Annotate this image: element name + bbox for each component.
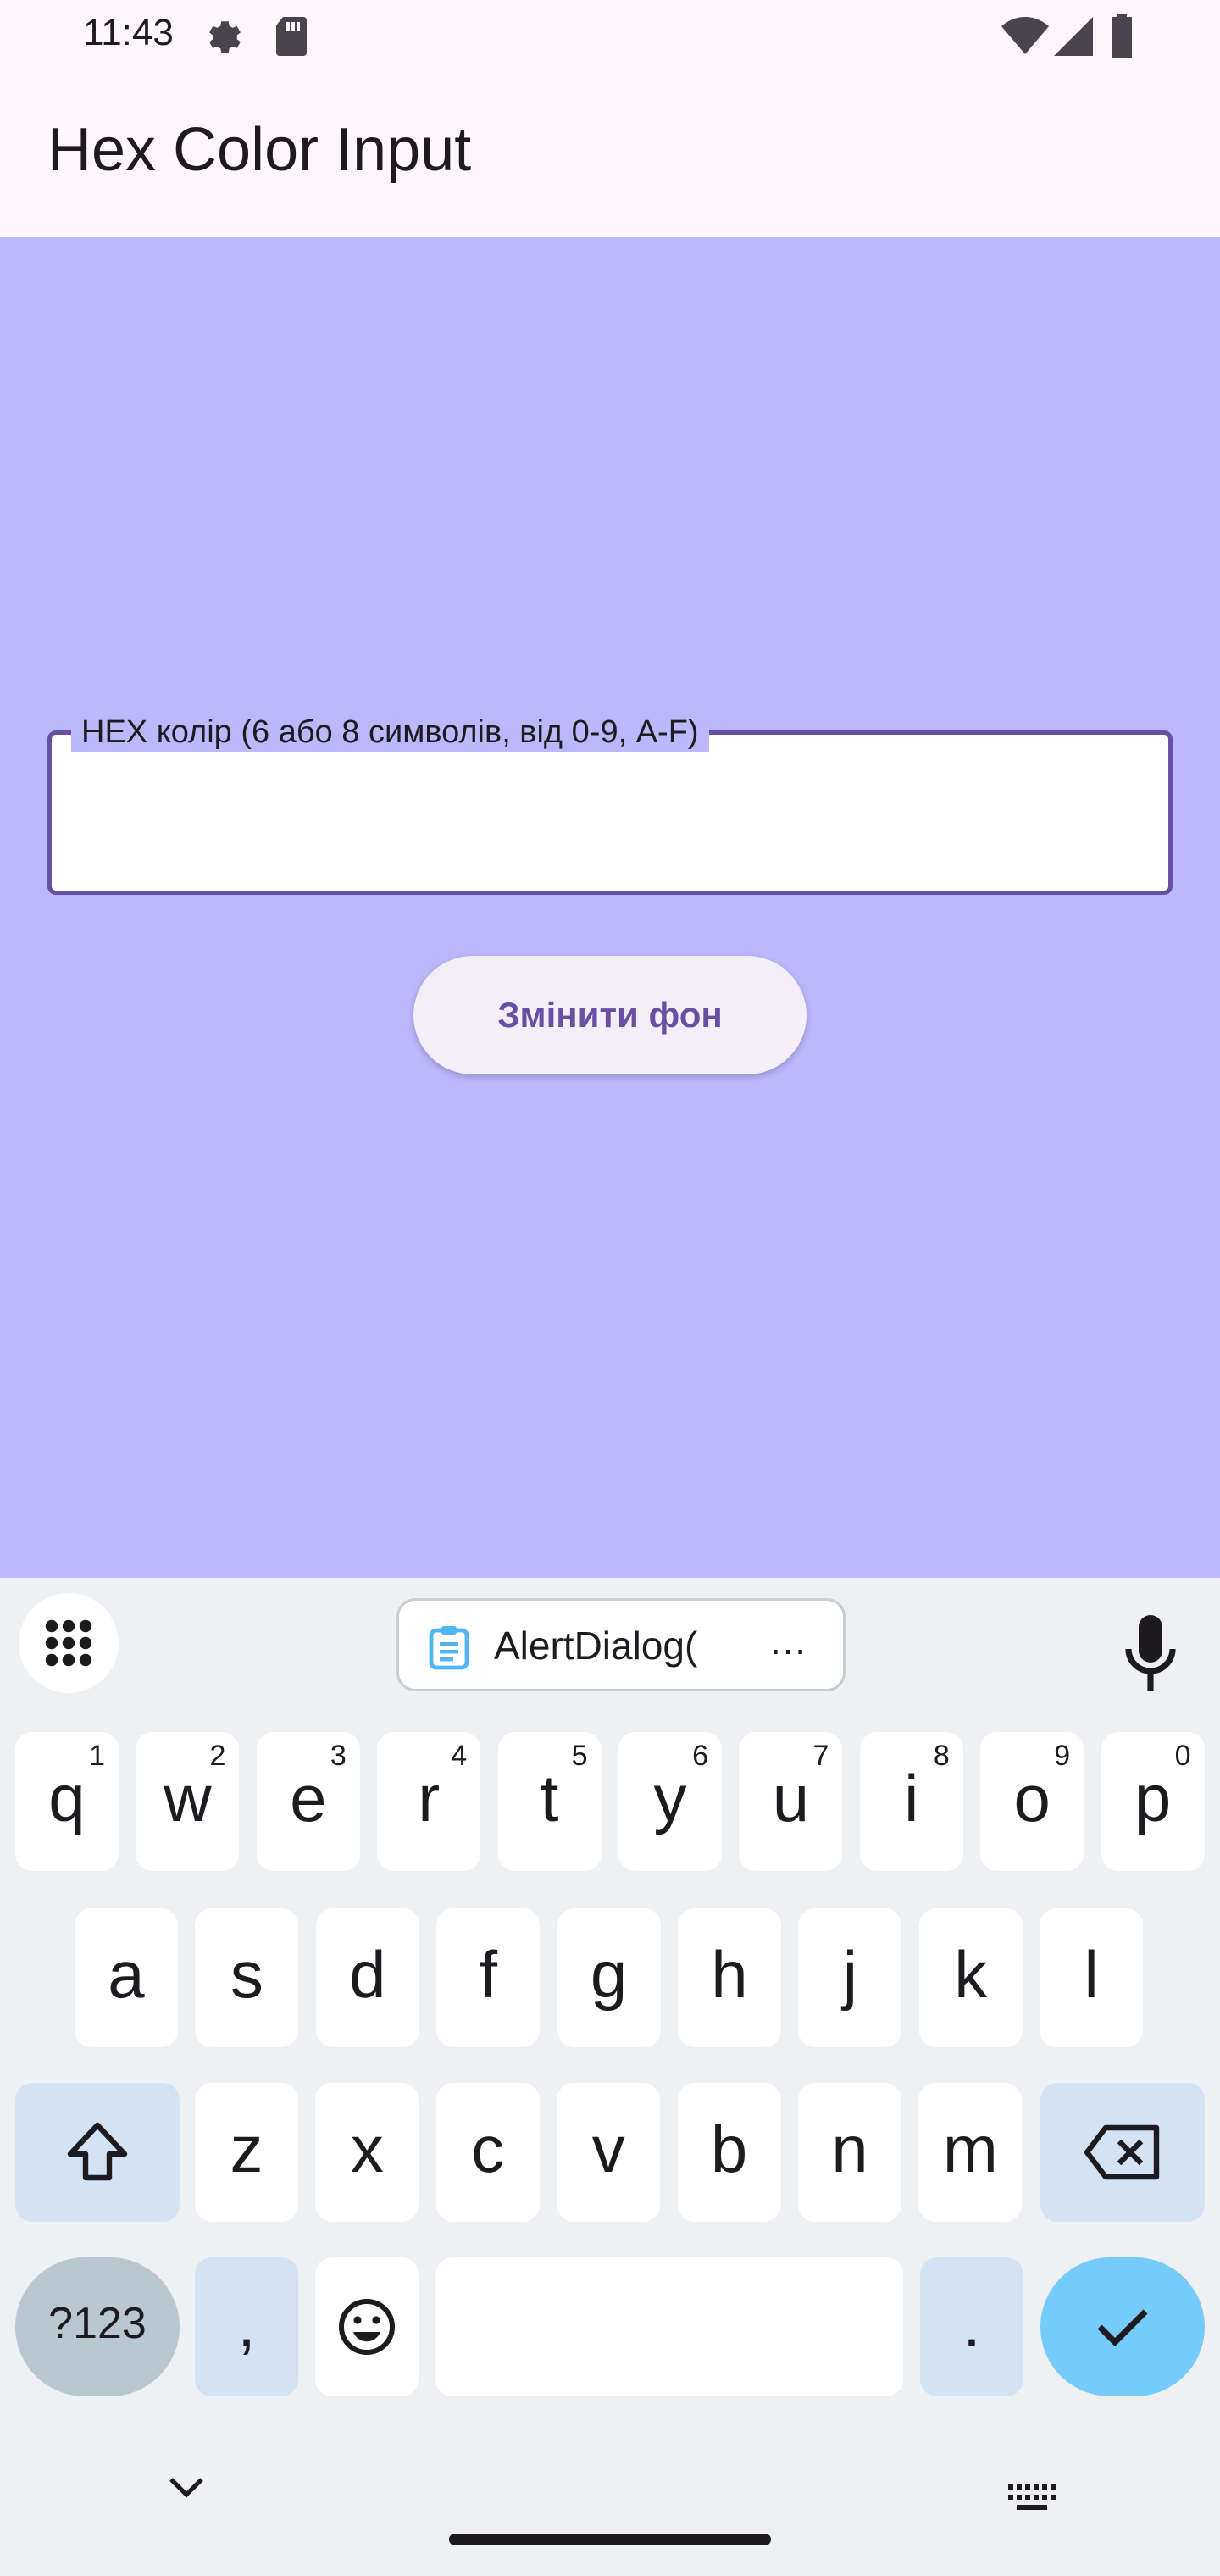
- key-label: z: [230, 2112, 263, 2186]
- key-label: u: [772, 1761, 810, 1835]
- key-w[interactable]: w2: [136, 1732, 240, 1871]
- space-key[interactable]: [435, 2257, 903, 2396]
- hex-color-field[interactable]: [47, 730, 1173, 895]
- period-key[interactable]: .: [920, 2257, 1023, 2396]
- app-bar: Hex Color Input: [0, 75, 1220, 237]
- emoji-icon: [339, 2299, 395, 2355]
- key-label: x: [350, 2112, 384, 2186]
- clipboard-icon: [429, 1626, 469, 1670]
- key-r[interactable]: r4: [377, 1732, 481, 1871]
- key-label: s: [230, 1937, 263, 2012]
- comma-key[interactable]: ,: [195, 2257, 298, 2396]
- key-hint: 5: [571, 1740, 588, 1772]
- key-label: h: [711, 1937, 748, 2012]
- key-label: n: [831, 2112, 868, 2186]
- key-t[interactable]: t5: [497, 1732, 602, 1871]
- backspace-icon: [1084, 2124, 1160, 2180]
- key-label: v: [591, 2112, 625, 2186]
- shift-key[interactable]: [15, 2083, 180, 2222]
- key-label: w: [164, 1761, 212, 1835]
- shift-icon: [67, 2122, 128, 2181]
- key-a[interactable]: a: [75, 1908, 178, 2047]
- key-i[interactable]: i8: [859, 1732, 963, 1871]
- key-label: o: [1013, 1761, 1051, 1835]
- key-hint: 9: [1054, 1740, 1071, 1772]
- key-label: q: [48, 1761, 86, 1835]
- key-hint: 8: [933, 1740, 950, 1772]
- keyboard-switch-icon[interactable]: [1006, 2483, 1057, 2517]
- chevron-down-icon[interactable]: [168, 2476, 205, 2503]
- key-c[interactable]: c: [435, 2083, 540, 2222]
- enter-key[interactable]: [1040, 2257, 1205, 2396]
- change-background-button[interactable]: Змінити фон: [413, 956, 807, 1074]
- key-g[interactable]: g: [557, 1908, 661, 2047]
- key-q[interactable]: q1: [15, 1732, 119, 1871]
- key-label: e: [290, 1761, 327, 1835]
- key-hint: 1: [89, 1740, 105, 1772]
- key-v[interactable]: v: [557, 2083, 661, 2222]
- key-label: c: [471, 2112, 505, 2186]
- hex-color-label: HEX колір (6 або 8 символів, від 0-9, A-…: [71, 712, 709, 752]
- keyboard-apps-button[interactable]: [19, 1593, 119, 1693]
- key-label: y: [653, 1761, 687, 1835]
- key-o[interactable]: o9: [980, 1732, 1084, 1871]
- key-f[interactable]: f: [436, 1908, 541, 2047]
- status-bar: 11:43: [0, 0, 1220, 75]
- home-gesture-handle[interactable]: [449, 2534, 771, 2545]
- key-y[interactable]: y6: [618, 1732, 722, 1871]
- hex-color-input[interactable]: [69, 769, 1153, 853]
- key-label: l: [1084, 1937, 1099, 2012]
- key-label: i: [904, 1761, 919, 1835]
- status-time: 11:43: [83, 12, 174, 53]
- settings-gear-icon: [200, 15, 246, 64]
- key-x[interactable]: x: [315, 2083, 419, 2222]
- key-label: f: [479, 1937, 498, 2012]
- key-z[interactable]: z: [195, 2083, 298, 2222]
- key-label: d: [349, 1937, 386, 2012]
- key-label: k: [954, 1937, 988, 2012]
- key-n[interactable]: n: [798, 2083, 901, 2222]
- key-j[interactable]: j: [798, 1908, 902, 2047]
- key-label: t: [540, 1761, 559, 1835]
- main-content: HEX колір (6 або 8 символів, від 0-9, A-…: [0, 237, 1220, 1578]
- key-hint: 2: [209, 1740, 226, 1772]
- cellular-signal-icon: [1054, 17, 1093, 59]
- microphone-icon[interactable]: [1118, 1612, 1183, 1696]
- key-label: r: [418, 1761, 441, 1835]
- backspace-key[interactable]: [1040, 2083, 1205, 2222]
- soft-keyboard: AlertDialog( … q1w2e3r4t5y6u7i8o9p0 asdf…: [0, 1578, 1220, 2576]
- checkmark-icon: [1097, 2309, 1148, 2347]
- key-b[interactable]: b: [677, 2083, 781, 2222]
- key-s[interactable]: s: [195, 1908, 299, 2047]
- clipboard-ellipsis: …: [768, 1618, 807, 1663]
- symbols-key[interactable]: ?123: [15, 2257, 180, 2396]
- clipboard-suggestion-chip[interactable]: AlertDialog( …: [396, 1598, 846, 1691]
- key-hint: 6: [692, 1740, 708, 1772]
- key-p[interactable]: p0: [1101, 1732, 1205, 1871]
- key-hint: 7: [812, 1740, 829, 1772]
- key-u[interactable]: u7: [739, 1732, 843, 1871]
- key-label: b: [710, 2112, 748, 2186]
- key-m[interactable]: m: [918, 2083, 1023, 2222]
- sd-card-icon: [273, 15, 310, 61]
- key-hint: 4: [451, 1740, 468, 1772]
- key-label: p: [1134, 1761, 1172, 1835]
- battery-icon: [1110, 14, 1134, 61]
- key-label: m: [942, 2112, 998, 2186]
- key-e[interactable]: e3: [256, 1732, 360, 1871]
- key-h[interactable]: h: [678, 1908, 781, 2047]
- grid-icon: [45, 1619, 92, 1667]
- key-l[interactable]: l: [1040, 1908, 1144, 2047]
- key-hint: 0: [1174, 1740, 1191, 1772]
- key-hint: 3: [330, 1740, 347, 1772]
- key-label: g: [590, 1937, 628, 2012]
- key-label: j: [842, 1937, 858, 2012]
- key-label: a: [108, 1937, 145, 2012]
- page-title: Hex Color Input: [47, 116, 472, 184]
- wifi-icon: [1001, 17, 1049, 59]
- clipboard-text: AlertDialog(: [494, 1624, 698, 1668]
- key-k[interactable]: k: [918, 1908, 1023, 2047]
- emoji-key[interactable]: [315, 2257, 419, 2396]
- key-d[interactable]: d: [315, 1908, 419, 2047]
